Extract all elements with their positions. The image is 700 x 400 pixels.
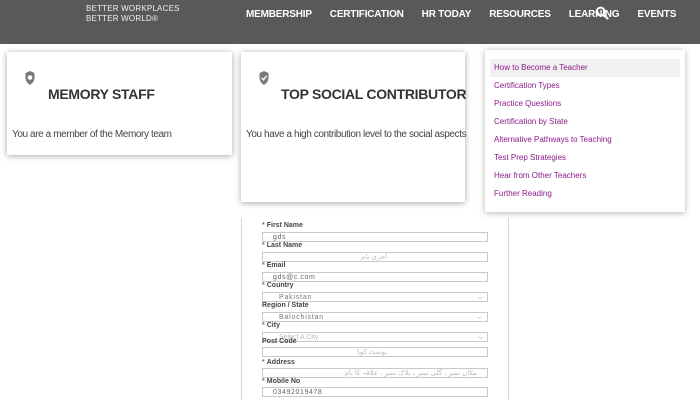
first-name-input[interactable]: gds bbox=[262, 232, 488, 242]
nav-membership[interactable]: MEMBERSHIP bbox=[246, 9, 312, 20]
certification-dropdown-menu: How to Become a Teacher Certification Ty… bbox=[485, 50, 685, 212]
chevron-down-icon: ⌵ bbox=[477, 295, 483, 301]
badge-icon bbox=[25, 71, 35, 85]
menu-item-certification-by-state[interactable]: Certification by State bbox=[490, 113, 680, 131]
search-icon[interactable] bbox=[595, 6, 609, 20]
menu-item-practice-questions[interactable]: Practice Questions bbox=[490, 95, 680, 113]
address-label: * Address bbox=[262, 359, 295, 366]
chevron-down-icon: ⌵ bbox=[478, 335, 483, 341]
address-input[interactable]: مکان نمبر ، گلی نمبر ، بلاک نمبر ، علاقہ… bbox=[262, 368, 488, 378]
email-label: * Email bbox=[262, 262, 286, 269]
top-navigation-bar: BETTER WORKPLACES BETTER WORLD® MEMBERSH… bbox=[0, 0, 700, 44]
badge-card-memory-staff: MEMORY STAFF You are a member of the Mem… bbox=[7, 52, 232, 155]
menu-item-certification-types[interactable]: Certification Types bbox=[490, 77, 680, 95]
post-code-label: Post Code bbox=[262, 338, 297, 345]
chevron-down-icon: ⌵ bbox=[477, 315, 483, 321]
nav-resources[interactable]: RESOURCES bbox=[489, 9, 551, 20]
badge-description: You are a member of the Memory team bbox=[12, 129, 172, 140]
badge-title: TOP SOCIAL CONTRIBUTOR bbox=[281, 86, 467, 102]
check-badge-icon bbox=[259, 71, 269, 85]
badge-card-top-social-contributor: TOP SOCIAL CONTRIBUTOR You have a high c… bbox=[241, 52, 467, 202]
first-name-label: * First Name bbox=[262, 222, 303, 229]
menu-item-hear-from-teachers[interactable]: Hear from Other Teachers bbox=[490, 167, 680, 185]
email-input[interactable]: gds@c.com bbox=[262, 272, 488, 282]
nav-certification[interactable]: CERTIFICATION bbox=[330, 9, 404, 20]
country-select[interactable]: Pakistan ⌵ bbox=[262, 292, 488, 302]
last-name-input[interactable]: آخری نام bbox=[262, 252, 488, 262]
menu-item-how-to-become-teacher[interactable]: How to Become a Teacher bbox=[490, 59, 680, 77]
logo-line-1: BETTER WORKPLACES bbox=[86, 4, 180, 13]
menu-item-further-reading[interactable]: Further Reading bbox=[490, 185, 680, 203]
mobile-label: * Mobile No bbox=[262, 378, 301, 385]
nav-events[interactable]: EVENTS bbox=[637, 9, 676, 20]
main-nav: MEMBERSHIP CERTIFICATION HR TODAY RESOUR… bbox=[246, 7, 694, 21]
badge-title: MEMORY STAFF bbox=[48, 86, 155, 102]
menu-item-test-prep[interactable]: Test Prep Strategies bbox=[490, 149, 680, 167]
region-label: Region / State bbox=[262, 302, 309, 309]
brand-logo[interactable]: BETTER WORKPLACES BETTER WORLD® bbox=[86, 4, 180, 24]
post-code-input[interactable]: پوسٹ کوڈ bbox=[262, 347, 488, 357]
logo-line-2: BETTER WORLD® bbox=[86, 14, 159, 23]
last-name-label: * Last Name bbox=[262, 242, 303, 249]
nav-hr-today[interactable]: HR TODAY bbox=[422, 9, 472, 20]
menu-item-alternative-pathways[interactable]: Alternative Pathways to Teaching bbox=[490, 131, 680, 149]
city-label: * City bbox=[262, 322, 280, 329]
region-select[interactable]: Balochistan ⌵ bbox=[262, 312, 488, 322]
country-label: * Country bbox=[262, 282, 294, 289]
badge-description: You have a high contribution level to th… bbox=[246, 129, 467, 140]
registration-form: * First Name gds * Last Name آخری نام * Ema… bbox=[241, 218, 509, 400]
mobile-input[interactable]: 03492019478 bbox=[262, 387, 488, 397]
